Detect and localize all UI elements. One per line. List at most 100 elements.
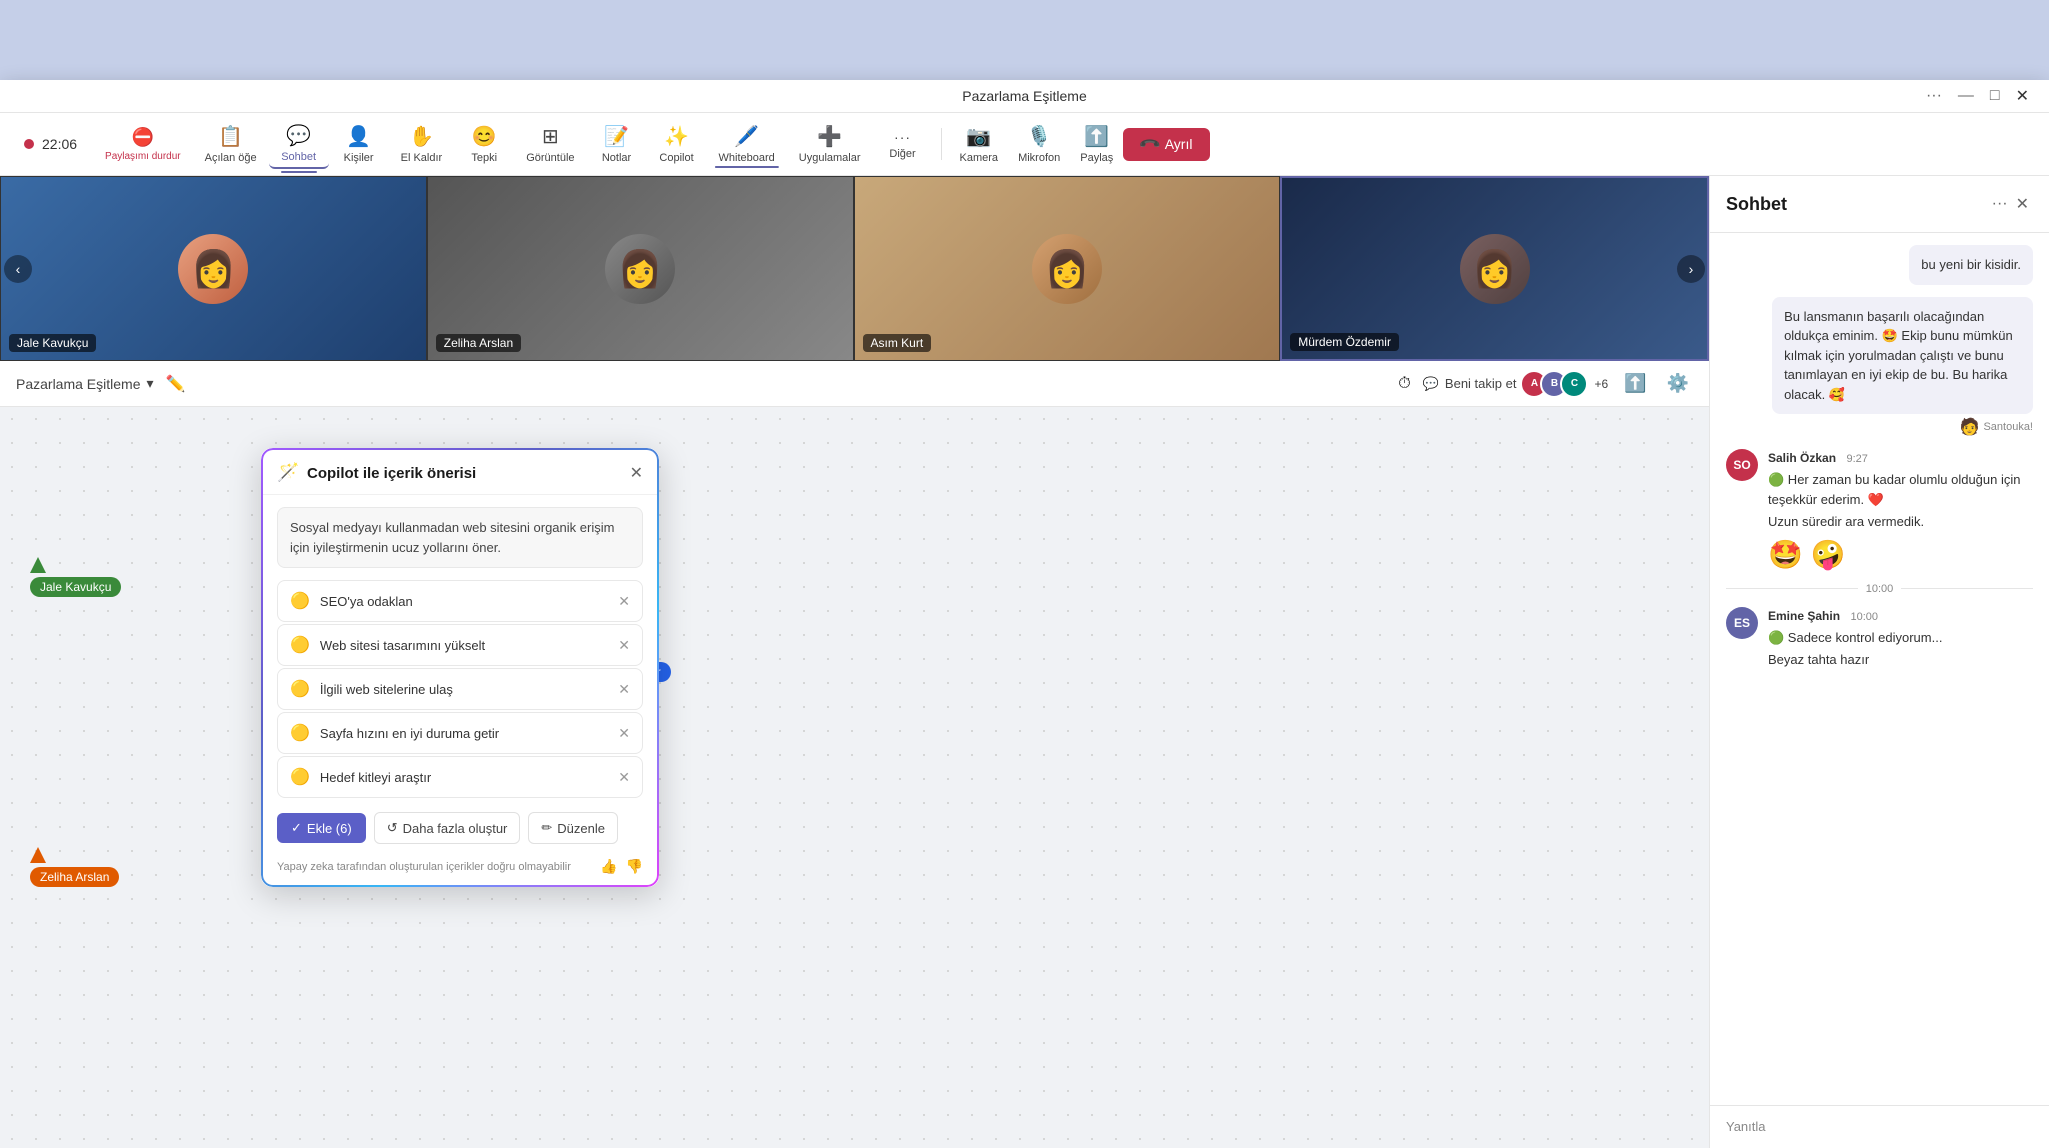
whiteboard-icon: 🖊️ (734, 124, 759, 149)
toolbar-item-kisiler[interactable]: 👤 Kişiler (329, 120, 389, 168)
maximize-button[interactable]: □ (1986, 83, 2004, 109)
suggestion-text-5: Hedef kitleyi araştır (320, 770, 608, 785)
chat-header: Sohbet ··· ✕ (1710, 176, 2049, 233)
more-generate-button[interactable]: ↺ Daha fazla oluştur (374, 812, 521, 844)
suggestion-text-3: İlgili web sitelerine ulaş (320, 682, 608, 697)
chat-messages: bu yeni bir kisidir. Bu lansmanın başarı… (1710, 233, 2049, 1105)
more-count: +6 (1594, 377, 1608, 391)
toolbar-item-acilanoğe[interactable]: 📋 Açılan öğe (193, 120, 269, 168)
suggestion-item-2[interactable]: 🟡 Web sitesi tasarımını yükselt ✕ (277, 624, 643, 666)
suggestion-item-5[interactable]: 🟡 Hedef kitleyi araştır ✕ (277, 756, 643, 798)
follow-me-button[interactable]: 💬 Beni takip et (1423, 376, 1517, 392)
toolbar-item-uygulamalar[interactable]: ➕ Uygulamalar (787, 120, 873, 168)
toolbar-item-paylasimdurdur[interactable]: ⛔ Paylaşımı durdur (93, 123, 193, 166)
toolbar-item-whiteboard[interactable]: 🖊️ Whiteboard (707, 120, 787, 168)
video-section: ‹ 👩 Jale Kavukçu 👩 (0, 176, 1709, 1148)
whiteboard-area[interactable]: Jale Kavukçu Zeliha Arslan Asım Kurt Küb… (0, 407, 1709, 1148)
edit-icon: ✏ (541, 820, 552, 836)
meeting-title-button[interactable]: Pazarlama Eşitleme ▾ (16, 375, 154, 392)
refresh-icon: ↺ (387, 820, 398, 836)
toolbar-item-paylas[interactable]: ⬆️ Paylaş (1070, 120, 1123, 168)
toolbar-item-mikrofon[interactable]: 🎙️ Mikrofon (1008, 120, 1070, 168)
suggestion-remove-5[interactable]: ✕ (618, 769, 630, 786)
add-label: Ekle (6) (307, 821, 352, 836)
copilot-logo: 🪄 (277, 462, 299, 484)
chat-footer: Yanıtla (1710, 1105, 2049, 1148)
title-bar: Pazarlama Eşitleme ··· — □ ✕ (0, 80, 2049, 113)
suggestion-icon-4: 🟡 (290, 723, 310, 743)
suggestion-item-1[interactable]: 🟡 SEO'ya odaklan ✕ (277, 580, 643, 622)
divider-line-left (1726, 588, 1858, 589)
suggestion-remove-2[interactable]: ✕ (618, 637, 630, 654)
toolbar-separator (941, 128, 942, 160)
chat-close-button[interactable]: ✕ (2012, 190, 2033, 218)
toolbar-item-diger[interactable]: ··· Diğer (873, 125, 933, 164)
chat-status-icon: 🟢 (1768, 472, 1784, 487)
whiteboard-underline (715, 166, 779, 168)
notlar-label: Notlar (602, 152, 631, 164)
add-check-icon: ✓ (291, 820, 302, 836)
toolbar: 22:06 ⛔ Paylaşımı durdur 📋 Açılan öğe 💬 … (0, 113, 2049, 176)
copilot-suggestions: 🟡 SEO'ya odaklan ✕ 🟡 Web sitesi tasarımı… (261, 580, 659, 798)
cursor-zeliha: Zeliha Arslan (30, 847, 119, 887)
chat-title: Sohbet (1726, 194, 1988, 215)
suggestion-remove-1[interactable]: ✕ (618, 593, 630, 610)
toolbar-item-notlar[interactable]: 📝 Notlar (587, 120, 647, 168)
copilot-icon: ✨ (664, 124, 689, 149)
add-button[interactable]: ✓ Ekle (6) (277, 813, 366, 843)
notlar-icon: 📝 (604, 124, 629, 149)
meeting-controls-right: ⏱ 💬 Beni takip et A B C +6 ⬆️ ⚙️ (1398, 369, 1693, 398)
meeting-controls-bar: Pazarlama Eşitleme ▾ ✏️ ⏱ 💬 Beni takip e… (0, 361, 1709, 407)
thumbup-button[interactable]: 👍 (600, 858, 617, 875)
copilot-title: Copilot ile içerik önerisi (307, 465, 622, 482)
suggestion-text-2: Web sitesi tasarımını yükselt (320, 638, 608, 653)
toolbar-item-sohbet[interactable]: 💬 Sohbet (269, 119, 329, 169)
suggestion-item-3[interactable]: 🟡 İlgili web sitelerine ulaş ✕ (277, 668, 643, 710)
chat-bubble-2: Bu lansmanın başarılı olacağından oldukç… (1772, 297, 2033, 415)
tepki-label: Tepki (471, 152, 497, 164)
suggestion-text-4: Sayfa hızını en iyi duruma getir (320, 726, 608, 741)
feedback-icons: 👍 👎 (600, 858, 643, 875)
copilot-close-button[interactable]: ✕ (630, 463, 643, 483)
close-button[interactable]: ✕ (2012, 82, 2033, 110)
end-call-button[interactable]: 📞 Ayrıl (1123, 128, 1210, 161)
video-tile-jale: 👩 Jale Kavukçu (0, 176, 427, 361)
chat-divider-10: 10:00 (1726, 583, 2033, 595)
mikrofon-label: Mikrofon (1018, 152, 1060, 164)
cursor-label-jale: Jale Kavukçu (30, 577, 121, 597)
video-name-murdem: Mürdem Özdemir (1290, 333, 1399, 351)
end-call-label: Ayrıl (1165, 136, 1193, 152)
toolbar-item-copilot[interactable]: ✨ Copilot (647, 120, 707, 168)
chat-panel: Sohbet ··· ✕ bu yeni bir kisidir. Bu lan… (1709, 176, 2049, 1148)
chat-more-button[interactable]: ··· (1988, 191, 2012, 217)
chat-bubble-2-text: Bu lansmanın başarılı olacağından oldukç… (1784, 309, 2013, 402)
toolbar-item-tepki[interactable]: 😊 Tepki (454, 120, 514, 168)
recording-indicator: 22:06 (24, 136, 77, 152)
suggestion-item-4[interactable]: 🟡 Sayfa hızını en iyi duruma getir ✕ (277, 712, 643, 754)
suggestion-remove-4[interactable]: ✕ (618, 725, 630, 742)
edit-button[interactable]: ✏ Düzenle (528, 812, 618, 844)
settings-icon-button[interactable]: ⚙️ (1663, 369, 1693, 398)
uygulamalar-icon: ➕ (817, 124, 842, 149)
toolbar-item-goruntule[interactable]: ⊞ Görüntüle (514, 120, 586, 168)
suggestion-icon-1: 🟡 (290, 591, 310, 611)
chat-bubble-1: bu yeni bir kisidir. (1909, 245, 2033, 285)
thumbdown-button[interactable]: 👎 (626, 858, 643, 875)
chat-reply-label: Yanıtla (1726, 1119, 1766, 1134)
video-next-button[interactable]: › (1677, 255, 1705, 283)
toolbar-item-kamera[interactable]: 📷 Kamera (950, 120, 1009, 168)
video-prev-button[interactable]: ‹ (4, 255, 32, 283)
paylasimdurdur-icon: ⛔ (132, 127, 154, 148)
acilanoğe-icon: 📋 (218, 124, 243, 149)
paylasimdurdur-label: Paylaşımı durdur (105, 151, 181, 162)
toolbar-item-elkaldır[interactable]: ✋ El Kaldır (389, 120, 455, 168)
cursor-jale: Jale Kavukçu (30, 557, 121, 597)
meeting-title-text: Pazarlama Eşitleme (16, 376, 141, 392)
pencil-icon: ✏️ (166, 374, 186, 394)
end-call-icon: 📞 (1138, 132, 1162, 156)
suggestion-text-1: SEO'ya odaklan (320, 594, 608, 609)
share-icon-button[interactable]: ⬆️ (1620, 369, 1650, 398)
suggestion-remove-3[interactable]: ✕ (618, 681, 630, 698)
minimize-button[interactable]: — (1954, 83, 1978, 109)
more-button[interactable]: ··· (1922, 83, 1946, 109)
